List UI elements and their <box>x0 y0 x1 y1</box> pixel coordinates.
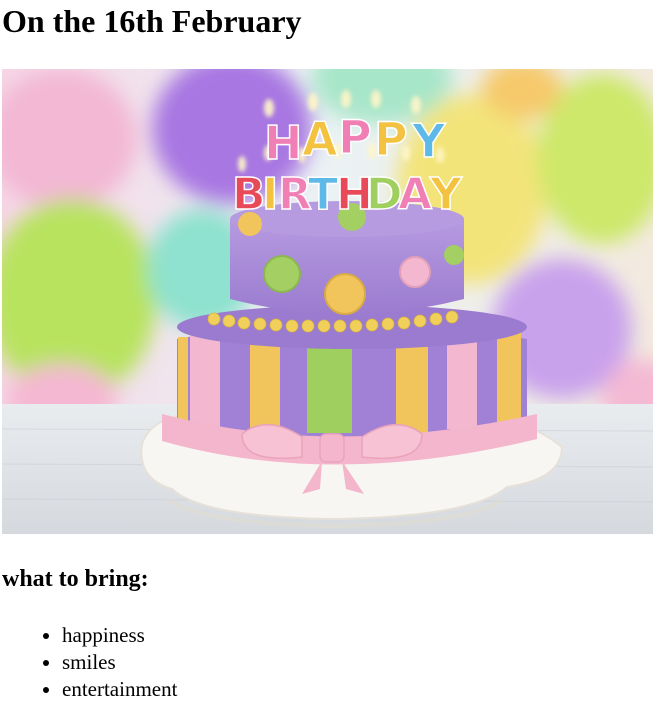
svg-text:I: I <box>262 169 278 220</box>
birthday-cake-image: H A P P Y B I R T H D A Y <box>2 69 653 534</box>
page-title: On the 16th February <box>2 3 302 39</box>
svg-text:R: R <box>278 169 312 220</box>
list-item: entertainment <box>62 676 177 703</box>
svg-text:Y: Y <box>429 169 463 220</box>
svg-text:P: P <box>338 110 372 164</box>
svg-text:T: T <box>308 169 338 220</box>
svg-text:H: H <box>264 116 303 170</box>
svg-text:A: A <box>398 169 432 220</box>
svg-text:A: A <box>302 112 338 166</box>
svg-text:Y: Y <box>411 114 446 168</box>
list-item: smiles <box>62 649 177 676</box>
bring-list: happiness smiles entertainment <box>0 622 177 703</box>
list-item: happiness <box>62 622 177 649</box>
svg-text:B: B <box>232 169 266 220</box>
bring-heading: what to bring: <box>2 566 149 592</box>
svg-text:P: P <box>374 112 408 166</box>
